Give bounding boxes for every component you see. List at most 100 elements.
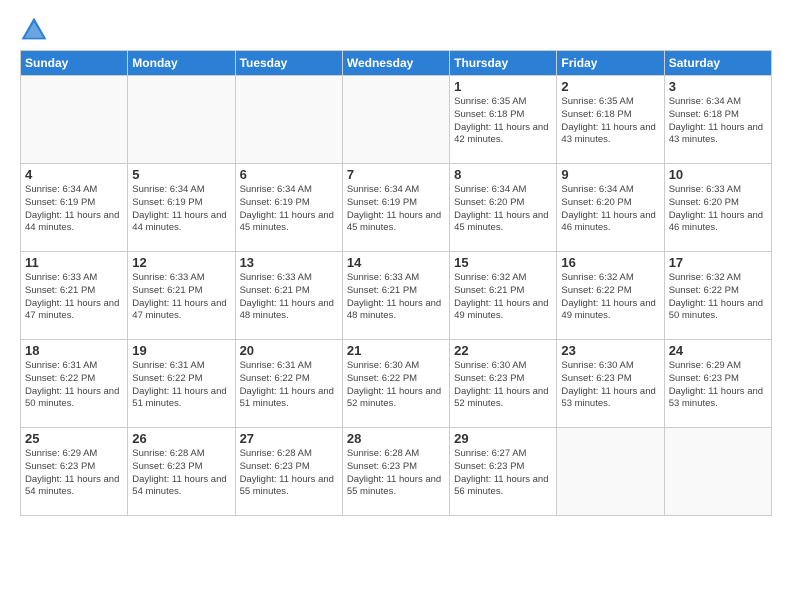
- calendar-cell: [21, 76, 128, 164]
- calendar-cell: 5 Sunrise: 6:34 AM Sunset: 6:19 PM Daylig…: [128, 164, 235, 252]
- day-info: Sunrise: 6:34 AM Sunset: 6:20 PM Dayligh…: [561, 184, 659, 235]
- calendar-table: SundayMondayTuesdayWednesdayThursdayFrid…: [20, 50, 772, 516]
- calendar-cell: 11 Sunrise: 6:33 AM Sunset: 6:21 PM Dayli…: [21, 252, 128, 340]
- day-info: Sunrise: 6:34 AM Sunset: 6:19 PM Dayligh…: [240, 184, 338, 235]
- calendar-cell: [664, 428, 771, 516]
- day-number: 25: [25, 431, 123, 446]
- day-number: 11: [25, 255, 123, 270]
- day-info: Sunrise: 6:30 AM Sunset: 6:22 PM Dayligh…: [347, 360, 445, 411]
- day-number: 10: [669, 167, 767, 182]
- calendar-cell: 19 Sunrise: 6:31 AM Sunset: 6:22 PM Dayli…: [128, 340, 235, 428]
- day-info: Sunrise: 6:33 AM Sunset: 6:21 PM Dayligh…: [25, 272, 123, 323]
- calendar-cell: [128, 76, 235, 164]
- day-number: 18: [25, 343, 123, 358]
- day-info: Sunrise: 6:32 AM Sunset: 6:21 PM Dayligh…: [454, 272, 552, 323]
- day-number: 5: [132, 167, 230, 182]
- calendar-cell: 16 Sunrise: 6:32 AM Sunset: 6:22 PM Dayli…: [557, 252, 664, 340]
- calendar-col-saturday: Saturday: [664, 51, 771, 76]
- calendar-cell: 21 Sunrise: 6:30 AM Sunset: 6:22 PM Dayli…: [342, 340, 449, 428]
- calendar-cell: 8Sunrise: 6:34 AM Sunset: 6:20 PM Daylig…: [450, 164, 557, 252]
- calendar-col-sunday: Sunday: [21, 51, 128, 76]
- day-info: Sunrise: 6:34 AM Sunset: 6:18 PM Dayligh…: [669, 96, 767, 147]
- calendar-cell: 23Sunrise: 6:30 AM Sunset: 6:23 PM Dayli…: [557, 340, 664, 428]
- day-number: 26: [132, 431, 230, 446]
- calendar-week-0: 1 Sunrise: 6:35 AM Sunset: 6:18 PM Daylig…: [21, 76, 772, 164]
- calendar-cell: 10 Sunrise: 6:33 AM Sunset: 6:20 PM Dayli…: [664, 164, 771, 252]
- calendar-col-tuesday: Tuesday: [235, 51, 342, 76]
- day-info: Sunrise: 6:35 AM Sunset: 6:18 PM Dayligh…: [454, 96, 552, 147]
- day-number: 3: [669, 79, 767, 94]
- calendar-cell: 9Sunrise: 6:34 AM Sunset: 6:20 PM Daylig…: [557, 164, 664, 252]
- calendar-cell: 1 Sunrise: 6:35 AM Sunset: 6:18 PM Daylig…: [450, 76, 557, 164]
- calendar-cell: 26 Sunrise: 6:28 AM Sunset: 6:23 PM Dayli…: [128, 428, 235, 516]
- calendar-week-3: 18 Sunrise: 6:31 AM Sunset: 6:22 PM Dayli…: [21, 340, 772, 428]
- day-info: Sunrise: 6:35 AM Sunset: 6:18 PM Dayligh…: [561, 96, 659, 147]
- top-bar: [20, 16, 772, 44]
- day-number: 4: [25, 167, 123, 182]
- calendar-col-friday: Friday: [557, 51, 664, 76]
- day-info: Sunrise: 6:31 AM Sunset: 6:22 PM Dayligh…: [240, 360, 338, 411]
- day-info: Sunrise: 6:28 AM Sunset: 6:23 PM Dayligh…: [132, 448, 230, 499]
- day-number: 16: [561, 255, 659, 270]
- day-info: Sunrise: 6:27 AM Sunset: 6:23 PM Dayligh…: [454, 448, 552, 499]
- calendar-cell: [342, 76, 449, 164]
- day-info: Sunrise: 6:32 AM Sunset: 6:22 PM Dayligh…: [669, 272, 767, 323]
- day-number: 24: [669, 343, 767, 358]
- calendar-cell: 28 Sunrise: 6:28 AM Sunset: 6:23 PM Dayli…: [342, 428, 449, 516]
- calendar-cell: [557, 428, 664, 516]
- calendar-cell: [235, 76, 342, 164]
- day-number: 13: [240, 255, 338, 270]
- calendar-week-4: 25Sunrise: 6:29 AM Sunset: 6:23 PM Dayli…: [21, 428, 772, 516]
- calendar-cell: 6Sunrise: 6:34 AM Sunset: 6:19 PM Daylig…: [235, 164, 342, 252]
- day-info: Sunrise: 6:33 AM Sunset: 6:20 PM Dayligh…: [669, 184, 767, 235]
- day-number: 14: [347, 255, 445, 270]
- calendar-cell: 18 Sunrise: 6:31 AM Sunset: 6:22 PM Dayli…: [21, 340, 128, 428]
- calendar-week-2: 11 Sunrise: 6:33 AM Sunset: 6:21 PM Dayli…: [21, 252, 772, 340]
- day-number: 8: [454, 167, 552, 182]
- calendar-week-1: 4 Sunrise: 6:34 AM Sunset: 6:19 PM Daylig…: [21, 164, 772, 252]
- day-number: 21: [347, 343, 445, 358]
- day-number: 28: [347, 431, 445, 446]
- day-info: Sunrise: 6:30 AM Sunset: 6:23 PM Dayligh…: [454, 360, 552, 411]
- calendar-cell: 20 Sunrise: 6:31 AM Sunset: 6:22 PM Dayli…: [235, 340, 342, 428]
- calendar-header-row: SundayMondayTuesdayWednesdayThursdayFrid…: [21, 51, 772, 76]
- day-info: Sunrise: 6:31 AM Sunset: 6:22 PM Dayligh…: [132, 360, 230, 411]
- calendar-cell: 29 Sunrise: 6:27 AM Sunset: 6:23 PM Dayli…: [450, 428, 557, 516]
- day-number: 23: [561, 343, 659, 358]
- calendar-cell: 25Sunrise: 6:29 AM Sunset: 6:23 PM Dayli…: [21, 428, 128, 516]
- day-number: 12: [132, 255, 230, 270]
- page: SundayMondayTuesdayWednesdayThursdayFrid…: [0, 0, 792, 612]
- day-info: Sunrise: 6:33 AM Sunset: 6:21 PM Dayligh…: [132, 272, 230, 323]
- day-info: Sunrise: 6:28 AM Sunset: 6:23 PM Dayligh…: [347, 448, 445, 499]
- calendar-cell: 17 Sunrise: 6:32 AM Sunset: 6:22 PM Dayli…: [664, 252, 771, 340]
- day-number: 7: [347, 167, 445, 182]
- calendar-cell: 22 Sunrise: 6:30 AM Sunset: 6:23 PM Dayli…: [450, 340, 557, 428]
- calendar-cell: 13 Sunrise: 6:33 AM Sunset: 6:21 PM Dayli…: [235, 252, 342, 340]
- day-info: Sunrise: 6:32 AM Sunset: 6:22 PM Dayligh…: [561, 272, 659, 323]
- calendar-col-wednesday: Wednesday: [342, 51, 449, 76]
- day-info: Sunrise: 6:34 AM Sunset: 6:19 PM Dayligh…: [25, 184, 123, 235]
- day-info: Sunrise: 6:33 AM Sunset: 6:21 PM Dayligh…: [240, 272, 338, 323]
- day-number: 1: [454, 79, 552, 94]
- calendar-cell: 27Sunrise: 6:28 AM Sunset: 6:23 PM Dayli…: [235, 428, 342, 516]
- day-number: 17: [669, 255, 767, 270]
- day-number: 22: [454, 343, 552, 358]
- day-info: Sunrise: 6:29 AM Sunset: 6:23 PM Dayligh…: [669, 360, 767, 411]
- day-number: 20: [240, 343, 338, 358]
- day-info: Sunrise: 6:31 AM Sunset: 6:22 PM Dayligh…: [25, 360, 123, 411]
- calendar-cell: 15Sunrise: 6:32 AM Sunset: 6:21 PM Dayli…: [450, 252, 557, 340]
- logo-icon: [20, 16, 48, 44]
- day-number: 29: [454, 431, 552, 446]
- calendar-col-monday: Monday: [128, 51, 235, 76]
- day-number: 19: [132, 343, 230, 358]
- calendar-cell: 3 Sunrise: 6:34 AM Sunset: 6:18 PM Daylig…: [664, 76, 771, 164]
- calendar-cell: 12 Sunrise: 6:33 AM Sunset: 6:21 PM Dayli…: [128, 252, 235, 340]
- calendar-cell: 4 Sunrise: 6:34 AM Sunset: 6:19 PM Daylig…: [21, 164, 128, 252]
- calendar-cell: 24 Sunrise: 6:29 AM Sunset: 6:23 PM Dayli…: [664, 340, 771, 428]
- day-info: Sunrise: 6:34 AM Sunset: 6:19 PM Dayligh…: [347, 184, 445, 235]
- day-number: 27: [240, 431, 338, 446]
- calendar-cell: 7 Sunrise: 6:34 AM Sunset: 6:19 PM Daylig…: [342, 164, 449, 252]
- day-number: 2: [561, 79, 659, 94]
- day-info: Sunrise: 6:34 AM Sunset: 6:19 PM Dayligh…: [132, 184, 230, 235]
- day-info: Sunrise: 6:33 AM Sunset: 6:21 PM Dayligh…: [347, 272, 445, 323]
